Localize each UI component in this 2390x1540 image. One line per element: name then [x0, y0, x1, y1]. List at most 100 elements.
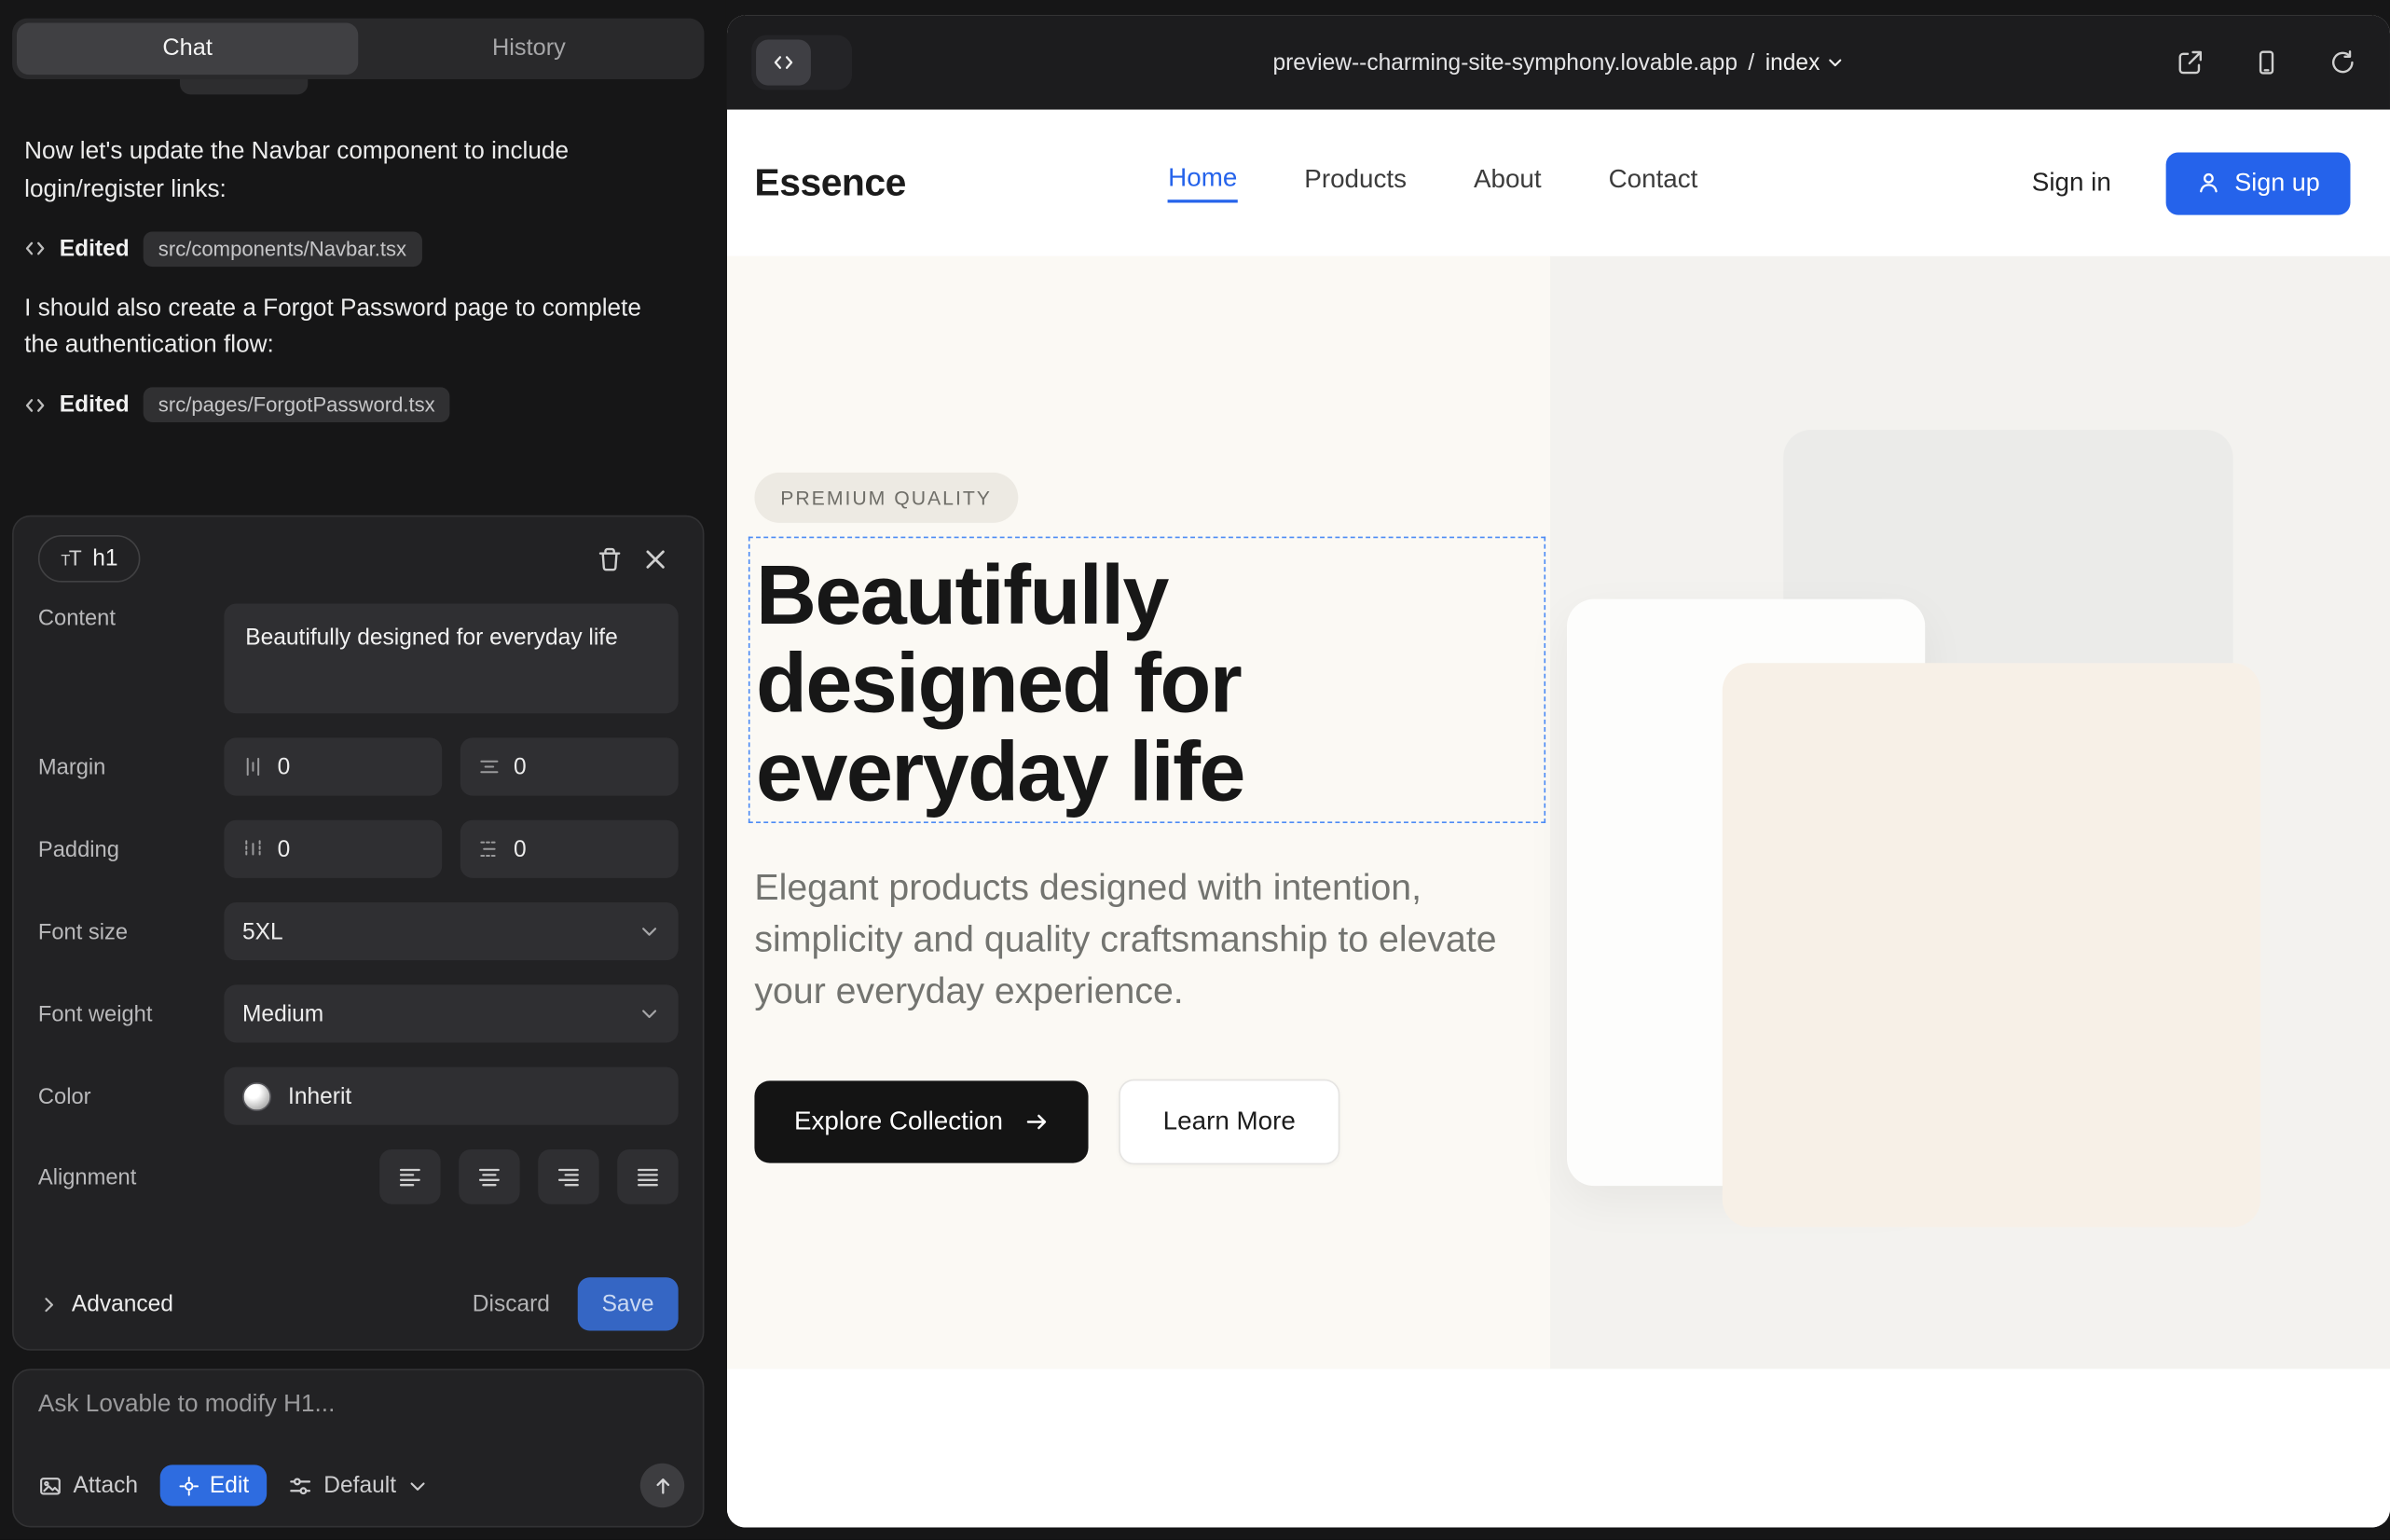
topbar-actions — [2167, 40, 2366, 86]
prompt-input[interactable]: Ask Lovable to modify H1... — [38, 1392, 684, 1419]
code-view-toggle[interactable] — [751, 35, 852, 90]
tab-chat[interactable]: Chat — [17, 23, 358, 76]
color-select[interactable]: Inherit — [224, 1067, 678, 1125]
margin-y-input[interactable]: 0 — [460, 737, 679, 795]
align-justify-button[interactable] — [617, 1149, 678, 1204]
chat-messages: Now let's update the Navbar component to… — [24, 119, 704, 447]
selected-element-outline[interactable]: Beautifully designed for everyday life — [749, 537, 1545, 823]
route-selector[interactable]: index — [1765, 49, 1845, 76]
font-weight-field-row: Font weight Medium — [38, 984, 679, 1042]
align-right-button[interactable] — [538, 1149, 598, 1204]
prompt-composer[interactable]: Ask Lovable to modify H1... Attach Edit — [12, 1368, 704, 1527]
padding-y-value: 0 — [514, 836, 527, 862]
attach-button[interactable]: Attach — [38, 1473, 138, 1499]
padding-y-icon — [478, 838, 500, 859]
close-inspector-button[interactable] — [633, 536, 679, 582]
signup-label: Sign up — [2234, 169, 2320, 198]
element-inspector-panel: TT h1 Content Beautifully designed — [12, 516, 704, 1351]
mobile-preview-button[interactable] — [2244, 40, 2289, 86]
chevron-down-icon — [639, 1003, 660, 1024]
code-icon — [24, 238, 46, 259]
padding-x-input[interactable]: 0 — [224, 820, 442, 878]
site-canvas: Essence Home Products About Contact Sign… — [727, 110, 2390, 1528]
refresh-icon — [2329, 48, 2356, 76]
edited-file-chip[interactable]: src/components/Navbar.tsx — [143, 231, 421, 267]
preview-topbar: preview--charming-site-symphony.lovable.… — [727, 15, 2390, 109]
site-auth-actions: Sign in Sign up — [2032, 152, 2351, 214]
explore-collection-button[interactable]: Explore Collection — [754, 1080, 1088, 1162]
chat-sidebar: Chat History Now let's update the Navbar… — [0, 0, 725, 1540]
inspector-footer: Advanced Discard Save — [38, 1268, 679, 1330]
url-bar: preview--charming-site-symphony.lovable.… — [727, 15, 2390, 109]
tab-history[interactable]: History — [358, 23, 699, 76]
edit-mode-button[interactable]: Edit — [159, 1464, 268, 1506]
nav-link-products[interactable]: Products — [1304, 165, 1407, 201]
font-weight-label: Font weight — [38, 1000, 224, 1027]
edited-file-row[interactable]: Edited src/components/Navbar.tsx — [24, 231, 704, 267]
chevron-right-icon — [38, 1293, 60, 1314]
font-size-value: 5XL — [242, 918, 283, 944]
text-size-icon: TT — [61, 545, 80, 571]
content-input[interactable]: Beautifully designed for everyday life — [224, 604, 678, 714]
discard-button[interactable]: Discard — [473, 1291, 550, 1317]
font-size-field-row: Font size 5XL — [38, 902, 679, 960]
content-field-row: Content Beautifully designed for everyda… — [38, 604, 679, 714]
hero-paragraph[interactable]: Elegant products designed with intention… — [754, 863, 1517, 1019]
nav-link-home[interactable]: Home — [1168, 163, 1237, 203]
signin-link[interactable]: Sign in — [2032, 168, 2111, 199]
margin-x-value: 0 — [278, 754, 291, 780]
padding-x-value: 0 — [278, 836, 291, 862]
align-left-icon — [398, 1164, 422, 1189]
hero-heading[interactable]: Beautifully designed for everyday life — [756, 550, 1544, 816]
advanced-label: Advanced — [72, 1291, 173, 1317]
nav-link-about[interactable]: About — [1474, 165, 1542, 201]
margin-field-row: Margin 0 0 — [38, 737, 679, 795]
nav-link-contact[interactable]: Contact — [1609, 165, 1698, 201]
chevron-down-icon — [406, 1475, 428, 1496]
align-center-button[interactable] — [459, 1149, 519, 1204]
site-brand[interactable]: Essence — [754, 161, 905, 205]
align-right-icon — [556, 1164, 581, 1189]
sidebar-tabbar: Chat History — [12, 19, 704, 79]
align-justify-icon — [636, 1164, 660, 1189]
save-button[interactable]: Save — [577, 1277, 678, 1330]
model-default-button[interactable]: Default — [289, 1473, 429, 1499]
margin-y-value: 0 — [514, 754, 527, 780]
learn-more-button[interactable]: Learn More — [1119, 1079, 1339, 1165]
cta-primary-label: Explore Collection — [794, 1107, 1003, 1137]
hero-section: PREMIUM QUALITY Beautifully designed for… — [727, 256, 2390, 1369]
align-left-button[interactable] — [379, 1149, 440, 1204]
edited-label: Edited — [60, 236, 130, 262]
attach-image-icon — [38, 1473, 62, 1497]
code-toggle-button[interactable] — [756, 40, 811, 86]
app-window: Chat History Now let's update the Navbar… — [0, 0, 2390, 1540]
padding-label: Padding — [38, 835, 224, 862]
font-weight-value: Medium — [242, 1001, 323, 1027]
arrow-right-icon — [1024, 1109, 1049, 1134]
site-lower-area — [727, 1368, 2390, 1527]
trash-icon — [596, 545, 623, 572]
send-button[interactable] — [640, 1464, 684, 1507]
padding-y-input[interactable]: 0 — [460, 820, 679, 878]
edit-target-icon — [178, 1475, 199, 1496]
signup-button[interactable]: Sign up — [2166, 152, 2351, 214]
chat-message: I should also create a Forgot Password p… — [24, 291, 665, 366]
margin-x-input[interactable]: 0 — [224, 737, 442, 795]
font-size-select[interactable]: 5XL — [224, 902, 678, 960]
delete-element-button[interactable] — [587, 536, 633, 582]
inspector-header: TT h1 — [38, 535, 679, 583]
font-weight-select[interactable]: Medium — [224, 984, 678, 1042]
refresh-button[interactable] — [2320, 40, 2366, 86]
align-center-icon — [477, 1164, 501, 1189]
default-label: Default — [323, 1473, 396, 1499]
color-value: Inherit — [288, 1083, 351, 1109]
element-tag-pill[interactable]: TT h1 — [38, 535, 141, 583]
edited-file-chip[interactable]: src/pages/ForgotPassword.tsx — [143, 388, 450, 423]
hero-cta-group: Explore Collection Learn More — [754, 1079, 1339, 1165]
color-label: Color — [38, 1082, 224, 1109]
url-separator: / — [1748, 49, 1754, 76]
edited-file-row[interactable]: Edited src/pages/ForgotPassword.tsx — [24, 388, 704, 423]
open-external-button[interactable] — [2167, 40, 2213, 86]
chevron-down-icon — [639, 921, 660, 942]
advanced-toggle[interactable]: Advanced — [38, 1291, 173, 1317]
